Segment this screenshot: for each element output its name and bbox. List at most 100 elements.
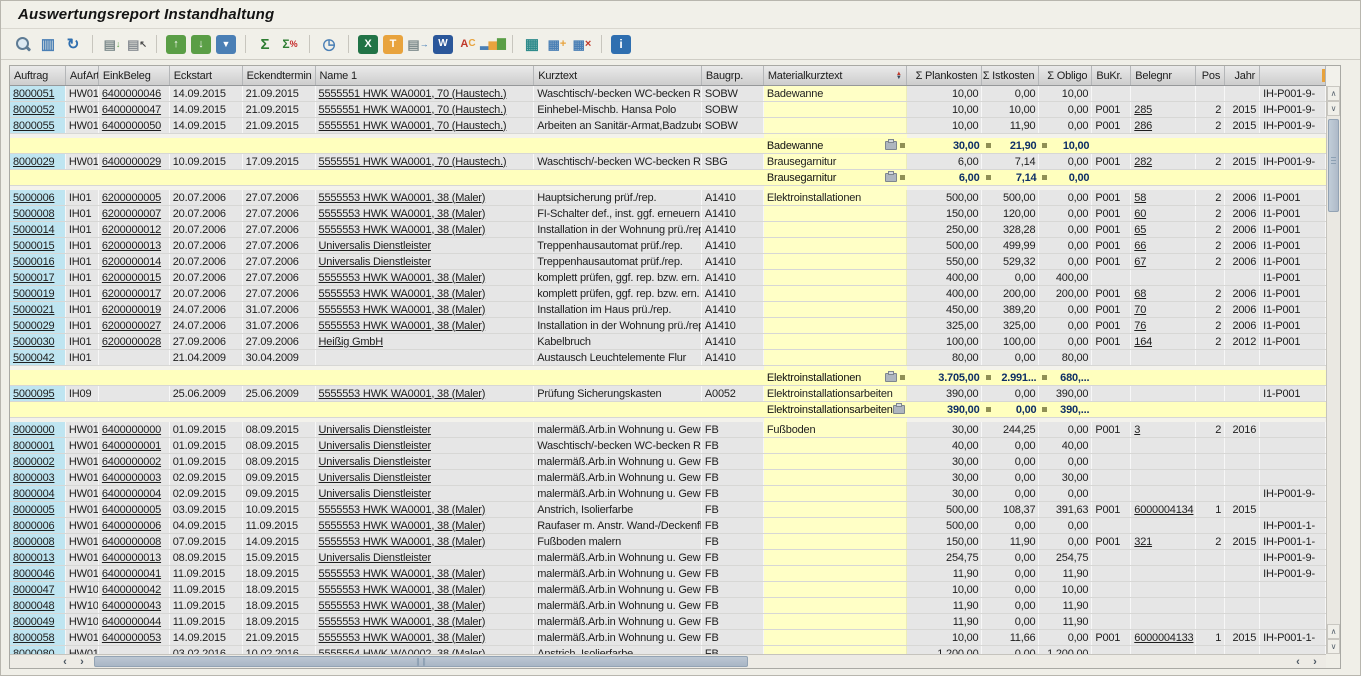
auftrag-link[interactable]: 5000016 xyxy=(13,256,54,268)
einkbeleg-link[interactable]: 6200000027 xyxy=(102,320,161,332)
einkbeleg-link[interactable]: 6400000041 xyxy=(102,568,161,580)
belegnr-link[interactable]: 285 xyxy=(1134,104,1152,116)
performance-icon[interactable]: ◷ xyxy=(319,35,339,54)
einkbeleg-link[interactable]: 6400000050 xyxy=(102,120,161,132)
column-header-plan[interactable]: Σ Plankosten xyxy=(907,66,983,85)
name1-link[interactable]: 5555551 HWK WA0001, 70 (Haustech.) xyxy=(319,120,507,132)
einkbeleg-link[interactable]: 6200000015 xyxy=(102,272,161,284)
word-export-icon[interactable]: W xyxy=(433,35,453,54)
einkbeleg-link[interactable]: 6400000008 xyxy=(102,536,161,548)
einkbeleg-link[interactable]: 6400000003 xyxy=(102,472,161,484)
auftrag-link[interactable]: 8000000 xyxy=(13,424,54,436)
column-header-eckend[interactable]: Eckendtermin xyxy=(243,66,316,85)
belegnr-link[interactable]: 321 xyxy=(1134,536,1152,548)
auftrag-link[interactable]: 5000019 xyxy=(13,288,54,300)
einkbeleg-link[interactable]: 6200000017 xyxy=(102,288,161,300)
layout-columns-icon[interactable]: ▥ xyxy=(38,35,58,54)
belegnr-link[interactable]: 6000004133 xyxy=(1134,632,1193,644)
column-header-name1[interactable]: Name 1 xyxy=(316,66,535,85)
horizontal-scroll-track[interactable]: ∥ ∥ xyxy=(94,656,748,667)
filter-icon[interactable]: ▼ xyxy=(216,35,236,54)
auftrag-link[interactable]: 8000058 xyxy=(13,632,54,644)
column-header-einkbeleg[interactable]: EinkBeleg xyxy=(99,66,170,85)
einkbeleg-link[interactable]: 6400000044 xyxy=(102,616,161,628)
name1-link[interactable]: 5555553 HWK WA0001, 38 (Maler) xyxy=(319,568,486,580)
print-subtotal-icon[interactable] xyxy=(885,373,897,382)
column-header-auftrag[interactable]: Auftrag xyxy=(10,66,66,85)
info-icon[interactable]: i xyxy=(611,35,631,54)
einkbeleg-link[interactable]: 6400000002 xyxy=(102,456,161,468)
einkbeleg-link[interactable]: 6200000014 xyxy=(102,256,161,268)
belegnr-link[interactable]: 6000004134 xyxy=(1134,504,1193,516)
auftrag-link[interactable]: 8000049 xyxy=(13,616,54,628)
scroll-down-bottom-icon[interactable]: ∨ xyxy=(1327,639,1340,654)
auftrag-link[interactable]: 8000051 xyxy=(13,88,54,100)
auftrag-link[interactable]: 5000015 xyxy=(13,240,54,252)
choose-detail-icon[interactable]: ▤↓ xyxy=(102,35,122,54)
name1-link[interactable]: 5555553 HWK WA0001, 38 (Maler) xyxy=(319,632,486,644)
auftrag-link[interactable]: 5000017 xyxy=(13,272,54,284)
name1-link[interactable]: 5555553 HWK WA0001, 38 (Maler) xyxy=(319,192,486,204)
name1-link[interactable]: Universalis Dienstleister xyxy=(319,488,431,500)
auftrag-link[interactable]: 8000046 xyxy=(13,568,54,580)
abc-analysis-icon[interactable]: AC xyxy=(458,35,478,54)
name1-link[interactable]: 5555551 HWK WA0001, 70 (Haustech.) xyxy=(319,104,507,116)
grid-view-icon[interactable]: ▦ xyxy=(522,35,542,54)
delete-column-icon[interactable]: ▦× xyxy=(572,35,592,54)
einkbeleg-link[interactable]: 6200000028 xyxy=(102,336,161,348)
column-header-pos[interactable]: Pos xyxy=(1196,66,1225,85)
name1-link[interactable]: Universalis Dienstleister xyxy=(319,256,431,268)
einkbeleg-link[interactable]: 6400000013 xyxy=(102,552,161,564)
belegnr-link[interactable]: 3 xyxy=(1134,424,1140,436)
auftrag-link[interactable]: 8000008 xyxy=(13,536,54,548)
auftrag-link[interactable]: 8000013 xyxy=(13,552,54,564)
einkbeleg-link[interactable]: 6400000042 xyxy=(102,584,161,596)
einkbeleg-link[interactable]: 6400000043 xyxy=(102,600,161,612)
column-header-belegnr[interactable]: Belegnr xyxy=(1131,66,1196,85)
name1-link[interactable]: Heißig GmbH xyxy=(319,336,383,348)
auftrag-link[interactable]: 8000005 xyxy=(13,504,54,516)
subtotal-icon[interactable]: Σ% xyxy=(280,35,300,54)
print-subtotal-icon[interactable] xyxy=(885,173,897,182)
name1-link[interactable]: 5555553 HWK WA0001, 38 (Maler) xyxy=(319,304,486,316)
auftrag-link[interactable]: 8000001 xyxy=(13,440,54,452)
name1-link[interactable]: 5555553 HWK WA0001, 38 (Maler) xyxy=(319,600,486,612)
auftrag-link[interactable]: 5000014 xyxy=(13,224,54,236)
print-subtotal-icon[interactable] xyxy=(885,141,897,150)
auftrag-link[interactable]: 5000006 xyxy=(13,192,54,204)
einkbeleg-link[interactable]: 6400000006 xyxy=(102,520,161,532)
auftrag-link[interactable]: 5000008 xyxy=(13,208,54,220)
auftrag-link[interactable]: 5000030 xyxy=(13,336,54,348)
column-header-kurztext[interactable]: Kurztext xyxy=(534,66,702,85)
sort-ascending-icon[interactable]: ↑ xyxy=(166,35,186,54)
einkbeleg-link[interactable]: 6400000029 xyxy=(102,156,161,168)
belegnr-link[interactable]: 60 xyxy=(1134,208,1146,220)
belegnr-link[interactable]: 286 xyxy=(1134,120,1152,132)
sort-indicator-icon[interactable]: ▲▼ xyxy=(896,72,902,80)
auftrag-link[interactable]: 8000003 xyxy=(13,472,54,484)
scroll-down-icon[interactable]: ∨ xyxy=(1327,101,1340,116)
belegnr-link[interactable]: 67 xyxy=(1134,256,1146,268)
auftrag-link[interactable]: 5000095 xyxy=(13,388,54,400)
select-detail-icon[interactable]: ▤↖ xyxy=(127,35,147,54)
scroll-right-icon[interactable]: › xyxy=(74,655,90,668)
column-header-baugrp[interactable]: Baugrp. xyxy=(702,66,764,85)
insert-column-icon[interactable]: ▦+ xyxy=(547,35,567,54)
einkbeleg-link[interactable]: 6400000053 xyxy=(102,632,161,644)
name1-link[interactable]: 5555553 HWK WA0001, 38 (Maler) xyxy=(319,520,486,532)
sort-descending-icon[interactable]: ↓ xyxy=(191,35,211,54)
name1-link[interactable]: 5555553 HWK WA0001, 38 (Maler) xyxy=(319,320,486,332)
auftrag-link[interactable]: 8000004 xyxy=(13,488,54,500)
name1-link[interactable]: Universalis Dienstleister xyxy=(319,456,431,468)
name1-link[interactable]: 5555553 HWK WA0001, 38 (Maler) xyxy=(319,224,486,236)
column-header-material[interactable]: Materialkurztext▲▼ xyxy=(764,66,907,85)
belegnr-link[interactable]: 65 xyxy=(1134,224,1146,236)
vertical-scroll-thumb[interactable] xyxy=(1328,119,1339,212)
vertical-scrollbar[interactable]: ∧ ∨ ∧ ∨ xyxy=(1326,86,1340,654)
column-header-jahr[interactable]: Jahr xyxy=(1225,66,1260,85)
name1-link[interactable]: 5555551 HWK WA0001, 70 (Haustech.) xyxy=(319,156,507,168)
auftrag-link[interactable]: 8000052 xyxy=(13,104,54,116)
name1-link[interactable]: 5555553 HWK WA0001, 38 (Maler) xyxy=(319,616,486,628)
belegnr-link[interactable]: 76 xyxy=(1134,320,1146,332)
horizontal-scrollbar[interactable]: ‹ › ∥ ∥ ‹ › xyxy=(10,654,1326,668)
